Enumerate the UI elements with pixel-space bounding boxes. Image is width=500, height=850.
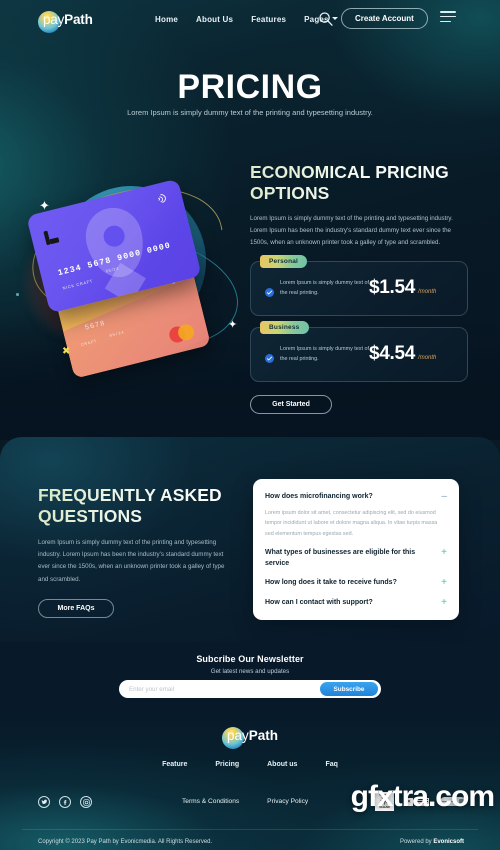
footer-logo-text: payPath xyxy=(226,728,279,743)
pricing-page: payPath Home About Us Features Pages Cre… xyxy=(0,0,500,850)
facebook-icon[interactable] xyxy=(59,796,71,808)
plus-icon[interactable]: + xyxy=(441,548,447,558)
purple-card-name: NICK CRAFT xyxy=(62,278,94,291)
plan-description: Lorem Ipsum is simply dummy text of the … xyxy=(280,346,369,363)
get-started-button[interactable]: Get Started xyxy=(250,394,332,414)
site-footer: payPath Feature Pricing About us Faq Ter… xyxy=(0,708,500,850)
footer-link-faq[interactable]: Faq xyxy=(325,761,337,768)
card-chip-icon xyxy=(43,229,60,246)
footer-nav: Feature Pricing About us Faq xyxy=(0,761,500,768)
sparkle-icon: ✖ xyxy=(62,346,71,357)
pricing-options-panel: ECONOMICAL PRICING OPTIONS Lorem Ipsum i… xyxy=(250,162,472,414)
create-account-button[interactable]: Create Account xyxy=(341,8,428,29)
newsletter-form: Subscribe xyxy=(119,680,381,698)
pricing-description: Lorem Ipsum is simply dummy text of the … xyxy=(250,215,453,247)
faq-item[interactable]: How long does it take to receive funds? … xyxy=(265,578,447,589)
plan-badge-business: Business xyxy=(260,320,309,334)
plan-price: $1.54 xyxy=(369,277,416,299)
footer-legal-links: Terms & Conditions Privacy Policy xyxy=(182,798,308,805)
faq-heading: FREQUENTLY ASKED QUESTIONS xyxy=(38,485,243,526)
credit-cards-illustration: 5678 CRAFT 05/24 1234 5678 9000 0000 NIC… xyxy=(14,178,254,393)
social-links xyxy=(38,796,92,808)
plus-icon[interactable]: + xyxy=(441,597,447,608)
hero-subtitle: Lorem Ipsum is simply dummy text of the … xyxy=(127,108,373,117)
check-circle-icon xyxy=(265,284,274,297)
subscribe-button[interactable]: Subscribe xyxy=(320,682,378,696)
minus-icon[interactable]: – xyxy=(441,492,447,502)
nav-item-home[interactable]: Home xyxy=(155,15,178,24)
newsletter-section: Subcribe Our Newsletter Get latest news … xyxy=(0,642,500,708)
faq-question: How does microfinancing work? xyxy=(265,493,373,500)
plan-period: /month xyxy=(418,355,437,362)
sparkle-icon: ✦ xyxy=(228,319,238,331)
footer-divider xyxy=(22,829,478,830)
plan-badge-personal: Personal xyxy=(260,254,308,268)
faq-item[interactable]: How can I contact with support? + xyxy=(265,597,447,609)
more-faqs-button[interactable]: More FAQs xyxy=(38,598,114,618)
nav-item-about-us[interactable]: About Us xyxy=(196,15,233,24)
faq-section: FREQUENTLY ASKED QUESTIONS Lorem Ipsum i… xyxy=(0,437,500,642)
plan-period: /month xyxy=(418,289,437,296)
twitter-icon[interactable] xyxy=(38,796,50,808)
faq-question: How long does it take to receive funds? xyxy=(265,579,397,587)
instagram-icon[interactable] xyxy=(80,796,92,808)
faq-description: Lorem Ipsum is simply dummy text of the … xyxy=(38,539,225,583)
nav-item-features[interactable]: Features xyxy=(251,15,286,24)
faq-question: How can I contact with support? xyxy=(265,598,373,606)
check-circle-icon xyxy=(265,350,274,363)
terms-and-conditions-link[interactable]: Terms & Conditions xyxy=(182,798,239,805)
contactless-icon xyxy=(155,192,169,205)
pricing-heading: ECONOMICAL PRICING OPTIONS xyxy=(250,162,472,203)
plan-price: $4.54 xyxy=(369,343,416,365)
footer-link-pricing[interactable]: Pricing xyxy=(215,761,239,768)
plan-card-personal[interactable]: Personal Lorem Ipsum is simply dummy tex… xyxy=(250,254,468,316)
footer-link-feature[interactable]: Feature xyxy=(162,761,187,768)
faq-item[interactable]: What types of businesses are eligible fo… xyxy=(265,548,447,569)
plan-description: Lorem Ipsum is simply dummy text of the … xyxy=(280,280,369,297)
faq-intro: FREQUENTLY ASKED QUESTIONS Lorem Ipsum i… xyxy=(38,485,243,618)
plan-card-business[interactable]: Business Lorem Ipsum is simply dummy tex… xyxy=(250,320,468,382)
hero-section: payPath Home About Us Features Pages Cre… xyxy=(0,0,500,440)
newsletter-subtitle: Get latest news and updates xyxy=(210,668,290,675)
faq-item[interactable]: How does microfinancing work? – Lorem ip… xyxy=(265,492,447,539)
plus-icon[interactable]: + xyxy=(441,578,447,588)
newsletter-email-input[interactable] xyxy=(129,685,320,693)
watermark: gfxtra.com xyxy=(350,780,495,813)
nav-links: Home About Us Features Pages xyxy=(155,15,338,24)
footer-link-about-us[interactable]: About us xyxy=(267,761,297,768)
sparkle-icon: ✦ xyxy=(39,198,50,213)
faq-answer: Lorem ipsum dolor sit amet, consectetur … xyxy=(265,509,438,537)
newsletter-title: Subcribe Our Newsletter xyxy=(196,654,304,664)
logo-text: payPath xyxy=(43,11,93,27)
search-icon[interactable] xyxy=(318,11,334,27)
powered-by-text: Powered by Evonicsoft xyxy=(399,839,464,845)
privacy-policy-link[interactable]: Privacy Policy xyxy=(267,798,308,805)
copyright-text: Copyright © 2023 Pay Path by Evonicmedia… xyxy=(38,839,213,845)
page-title: PRICING xyxy=(0,68,500,107)
hamburger-menu-icon[interactable] xyxy=(440,11,456,25)
main-navbar: payPath Home About Us Features Pages Cre… xyxy=(0,0,500,38)
faq-accordion: How does microfinancing work? – Lorem ip… xyxy=(253,479,459,621)
footer-logo[interactable]: payPath xyxy=(221,727,279,749)
dot-decoration xyxy=(16,293,19,296)
logo[interactable]: payPath xyxy=(38,10,93,33)
faq-question: What types of businesses are eligible fo… xyxy=(265,549,416,567)
